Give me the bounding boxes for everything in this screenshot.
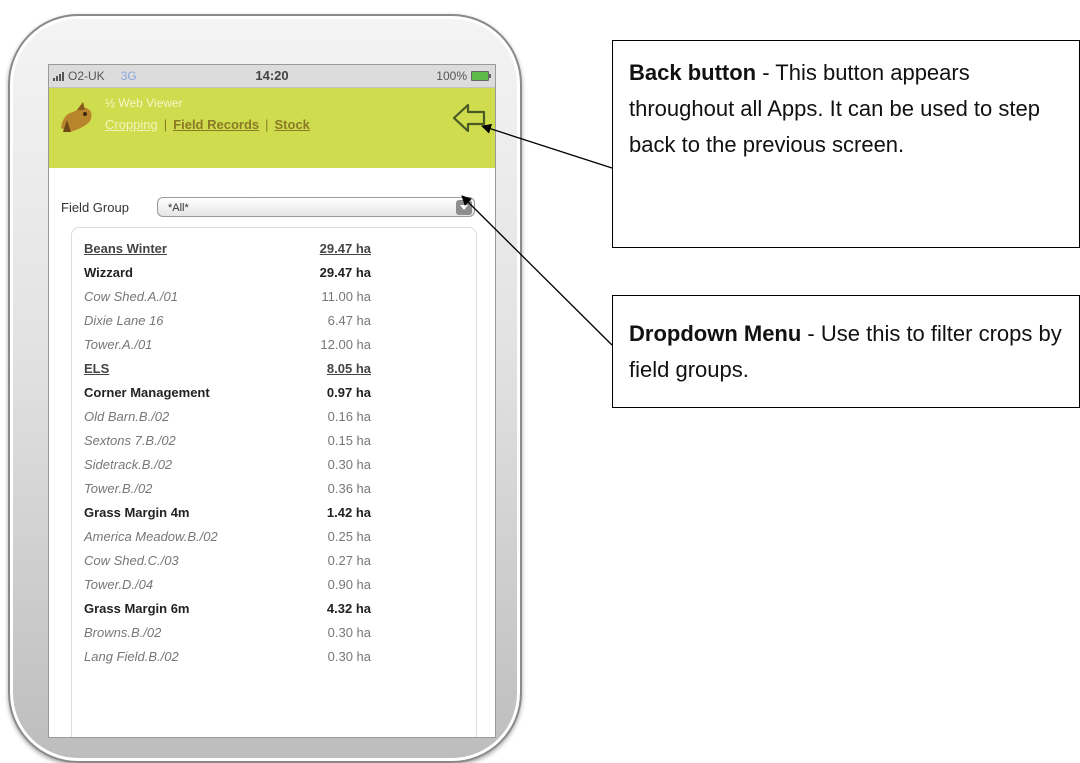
nav-separator: | [265,117,269,132]
row-name: Dixie Lane 16 [84,313,164,328]
battery-percent: 100% [436,69,467,83]
crop-list: Beans Winter 29.47 ha Wizzard 29.47 ha Cow S… [71,227,477,737]
callout-back-title: Back button [629,60,757,85]
row-area: 8.05 ha [326,361,371,376]
row-name: Lang Field.B./02 [84,649,179,664]
status-time: 14:20 [255,68,289,83]
row-area: 29.47 ha [319,241,371,256]
row-name: Grass Margin 6m [84,601,190,616]
app-logo [61,102,92,132]
row-area: 0.27 ha [327,553,371,568]
row-area: 11.00 ha [321,289,371,304]
row-name: America Meadow.B./02 [84,529,218,544]
row-name: Sidetrack.B./02 [84,457,173,472]
row-area: 0.36 ha [327,481,371,496]
row-area: 0.90 ha [327,577,371,592]
row-area: 0.30 ha [327,457,371,472]
battery: 100% [436,69,491,83]
row-name: Tower.B./02 [84,481,153,496]
row-area: 12.00 ha [320,337,371,352]
row-name: ELS [84,361,110,376]
status-bar: O2-UK 3G 14:20 100% [49,65,495,88]
nav-separator: | [163,117,168,132]
nav-field-records[interactable]: Field Records [173,117,259,132]
field-group-filter: Field Group *All* [61,197,483,217]
row-area: 6.47 ha [327,313,371,328]
app-title: ½ Web Viewer [105,96,183,110]
row-area: 1.42 ha [326,505,371,520]
row-area: 0.25 ha [327,529,371,544]
dropdown-menu-callout: Dropdown Menu - Use this to filter crops… [612,295,1080,408]
battery-icon [471,71,491,81]
row-name: Old Barn.B./02 [84,409,170,424]
back-arrow-icon[interactable] [451,100,487,136]
field-group-dropdown[interactable]: *All* [157,197,475,217]
row-name: Grass Margin 4m [84,505,190,520]
row-area: 0.15 ha [327,433,371,448]
row-name: Cow Shed.C./03 [84,553,179,568]
top-nav: Cropping | Field Records | Stock [105,117,310,132]
row-area: 0.16 ha [327,409,371,424]
row-name: Tower.D./04 [84,577,154,592]
row-name: Tower.A./01 [84,337,153,352]
row-area: 29.47 ha [319,265,371,280]
field-group-selected: *All* [168,202,189,214]
nav-stock[interactable]: Stock [275,117,310,132]
phone-frame: O2-UK 3G 14:20 100% ½ Web Viewer Croppin… [8,14,522,763]
row-name: Browns.B./02 [84,625,162,640]
nav-cropping[interactable]: Cropping [105,117,158,132]
row-area: 4.32 ha [326,601,371,616]
row-area: 0.97 ha [326,385,371,400]
row-area: 0.30 ha [327,649,371,664]
chevron-down-icon[interactable] [456,200,472,215]
row-area: 0.30 ha [327,625,371,640]
row-name: Beans Winter [84,241,167,256]
field-group-label: Field Group [61,199,129,215]
back-button-callout: Back button - This button appears throug… [612,40,1080,248]
row-name: Sextons 7.B./02 [84,433,176,448]
row-name: Corner Management [84,385,210,400]
callout-dropdown-title: Dropdown Menu [629,321,802,346]
phone-screen: O2-UK 3G 14:20 100% ½ Web Viewer Croppin… [48,64,496,738]
app-header: ½ Web Viewer Cropping | Field Records | … [49,88,495,168]
row-name: Wizzard [84,265,133,280]
row-name: Cow Shed.A./01 [84,289,178,304]
